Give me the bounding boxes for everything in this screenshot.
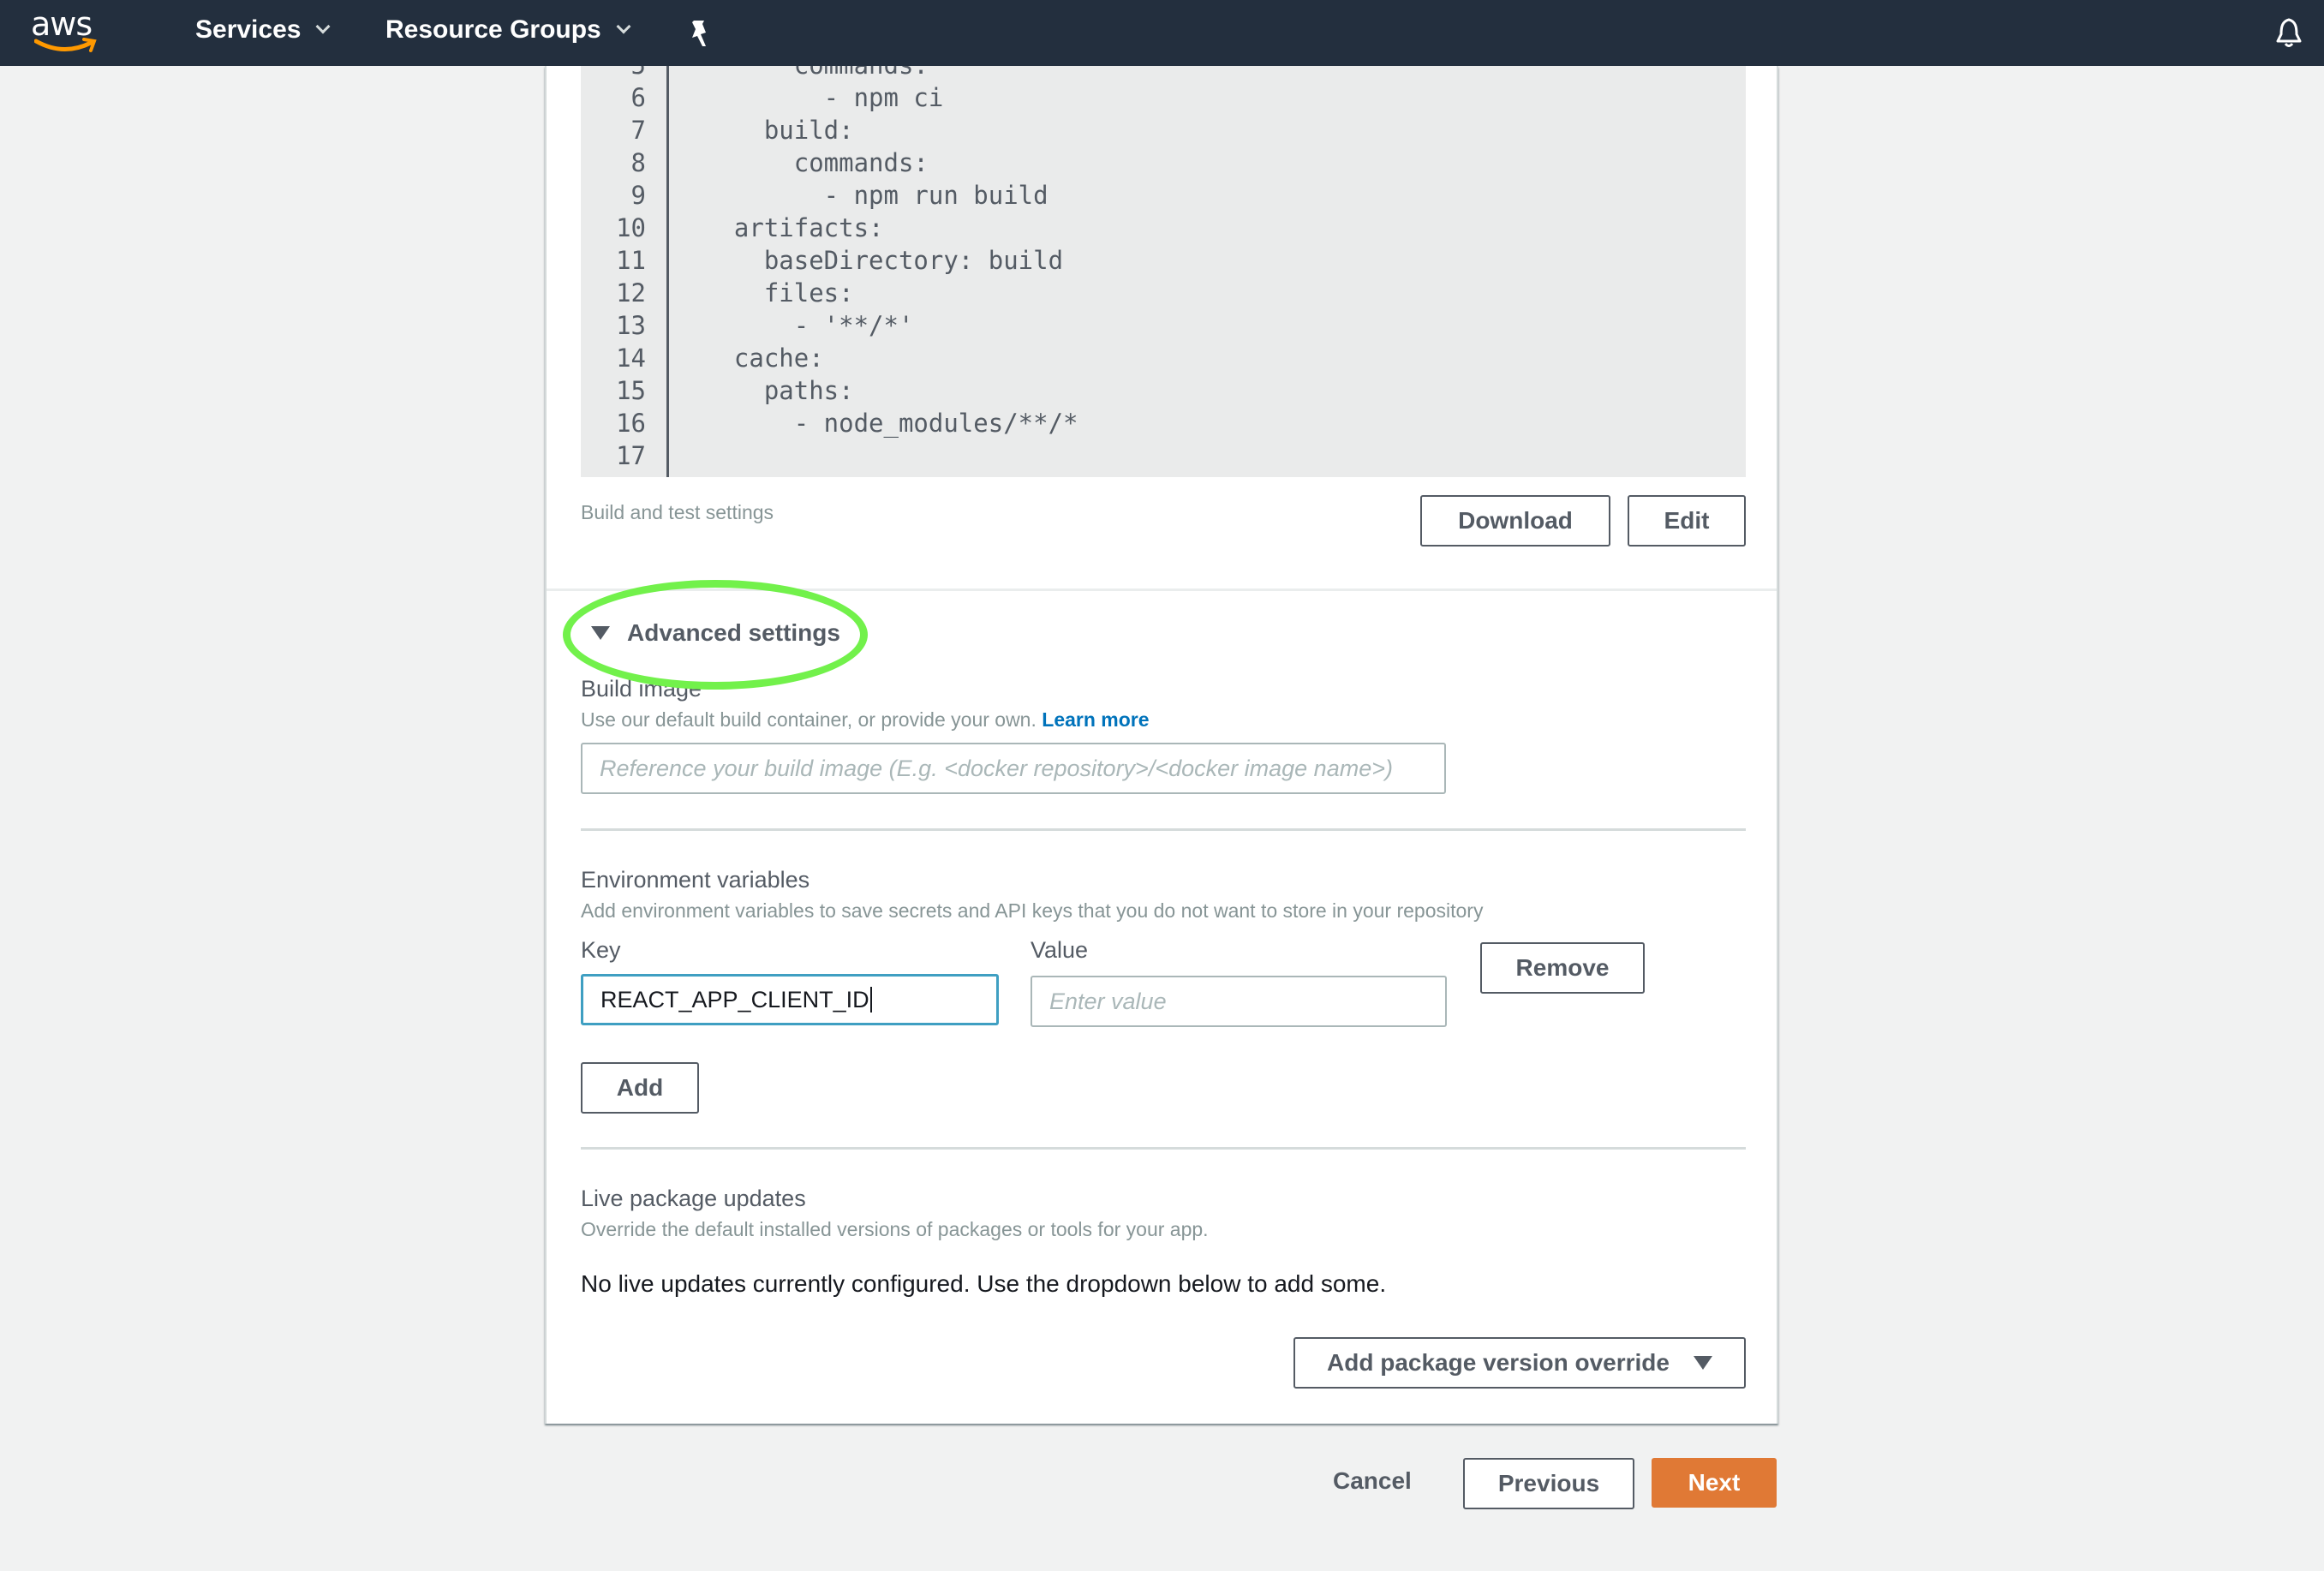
line-number: 8 bbox=[630, 148, 646, 177]
bell-icon[interactable] bbox=[2273, 17, 2304, 50]
code-text: - '**/*' bbox=[704, 311, 914, 340]
code-line: 11 baseDirectory: build bbox=[581, 244, 1063, 277]
value-label: Value bbox=[1031, 937, 1089, 963]
code-text: baseDirectory: build bbox=[704, 246, 1064, 275]
live-updates-empty-text: No live updates currently configured. Us… bbox=[581, 1270, 1387, 1297]
top-navigation-bar: aws Services Resource Groups bbox=[0, 0, 2324, 66]
build-image-description: Use our default build container, or prov… bbox=[581, 708, 1150, 732]
code-line: 8 commands: bbox=[581, 146, 929, 179]
advanced-settings-label: Advanced settings bbox=[627, 619, 840, 646]
caret-down-icon bbox=[591, 626, 610, 640]
code-text: commands: bbox=[704, 66, 929, 80]
code-line: 12 files: bbox=[581, 277, 854, 309]
line-number: 17 bbox=[616, 441, 646, 470]
services-menu[interactable]: Services bbox=[195, 15, 331, 45]
aws-smile-icon bbox=[34, 38, 97, 52]
line-number: 16 bbox=[616, 409, 646, 438]
code-text: cache: bbox=[704, 343, 824, 373]
chevron-down-icon bbox=[315, 19, 331, 34]
edit-button[interactable]: Edit bbox=[1628, 495, 1746, 547]
env-vars-description: Add environment variables to save secret… bbox=[581, 899, 1484, 922]
add-env-var-button[interactable]: Add bbox=[581, 1062, 699, 1114]
code-line: 10 artifacts: bbox=[581, 212, 883, 244]
line-number: 12 bbox=[616, 278, 646, 308]
download-button[interactable]: Download bbox=[1420, 495, 1610, 547]
line-number: 10 bbox=[616, 213, 646, 242]
code-line: 15 paths: bbox=[581, 374, 854, 407]
code-line: 17 bbox=[581, 439, 646, 472]
aws-logo[interactable]: aws bbox=[31, 5, 103, 58]
code-line: 5 commands: bbox=[581, 66, 929, 81]
line-number: 9 bbox=[630, 181, 646, 210]
live-updates-title: Live package updates bbox=[581, 1186, 806, 1211]
live-updates-description: Override the default installed versions … bbox=[581, 1218, 1209, 1240]
learn-more-link[interactable]: Learn more bbox=[1042, 708, 1149, 731]
next-button[interactable]: Next bbox=[1652, 1458, 1777, 1508]
gutter-divider bbox=[666, 66, 669, 477]
code-text: paths: bbox=[704, 376, 854, 405]
code-line: 13 - '**/*' bbox=[581, 309, 913, 342]
resource-groups-label: Resource Groups bbox=[385, 15, 601, 44]
build-spec-editor[interactable]: 5 commands:6 - npm ci7 build:8 commands:… bbox=[581, 66, 1746, 477]
env-vars-title: Environment variables bbox=[581, 867, 810, 893]
env-key-input[interactable]: REACT_APP_CLIENT_ID bbox=[581, 974, 999, 1025]
remove-env-var-button[interactable]: Remove bbox=[1480, 942, 1645, 994]
section-divider bbox=[581, 828, 1746, 831]
previous-button[interactable]: Previous bbox=[1463, 1458, 1634, 1509]
build-image-placeholder: Reference your build image (E.g. <docker… bbox=[600, 755, 1393, 781]
advanced-settings-toggle[interactable]: Advanced settings bbox=[591, 619, 840, 647]
env-value-input[interactable]: Enter value bbox=[1031, 976, 1447, 1027]
code-text: - npm run build bbox=[704, 181, 1048, 210]
text-caret bbox=[869, 987, 872, 1012]
code-text: files: bbox=[704, 278, 854, 308]
code-text: - node_modules/**/* bbox=[704, 409, 1078, 438]
build-spec-caption: Build and test settings bbox=[581, 501, 774, 523]
code-line: 6 - npm ci bbox=[581, 81, 944, 114]
build-image-input[interactable]: Reference your build image (E.g. <docker… bbox=[581, 743, 1446, 794]
build-image-title: Build image bbox=[581, 676, 702, 702]
line-number: 7 bbox=[630, 116, 646, 145]
line-number: 13 bbox=[616, 311, 646, 340]
services-label: Services bbox=[195, 15, 302, 44]
key-label: Key bbox=[581, 937, 621, 963]
pushpin-icon[interactable] bbox=[687, 19, 713, 48]
line-number: 6 bbox=[630, 83, 646, 112]
line-number: 14 bbox=[616, 343, 646, 373]
code-text: build: bbox=[704, 116, 854, 145]
add-package-override-label: Add package version override bbox=[1327, 1349, 1670, 1376]
code-line: 9 - npm run build bbox=[581, 179, 1048, 212]
code-text: commands: bbox=[704, 148, 929, 177]
build-image-description-text: Use our default build container, or prov… bbox=[581, 708, 1037, 731]
code-line: 14 cache: bbox=[581, 342, 824, 374]
caret-down-icon bbox=[1693, 1356, 1712, 1370]
code-text: - npm ci bbox=[704, 83, 944, 112]
line-number: 5 bbox=[581, 66, 646, 80]
line-number: 11 bbox=[616, 246, 646, 275]
section-divider bbox=[581, 1147, 1746, 1150]
code-line: 7 build: bbox=[581, 114, 854, 146]
env-key-value: REACT_APP_CLIENT_ID bbox=[600, 986, 869, 1012]
resource-groups-menu[interactable]: Resource Groups bbox=[385, 15, 631, 45]
code-text: artifacts: bbox=[704, 213, 884, 242]
build-settings-panel: 5 commands:6 - npm ci7 build:8 commands:… bbox=[545, 66, 1778, 1424]
code-line: 16 - node_modules/**/* bbox=[581, 407, 1078, 439]
chevron-down-icon bbox=[616, 19, 631, 34]
add-package-override-dropdown[interactable]: Add package version override bbox=[1293, 1337, 1746, 1389]
cancel-button[interactable]: Cancel bbox=[1333, 1467, 1412, 1495]
env-value-placeholder: Enter value bbox=[1049, 988, 1167, 1014]
line-number: 15 bbox=[616, 376, 646, 405]
section-divider bbox=[547, 588, 1777, 591]
